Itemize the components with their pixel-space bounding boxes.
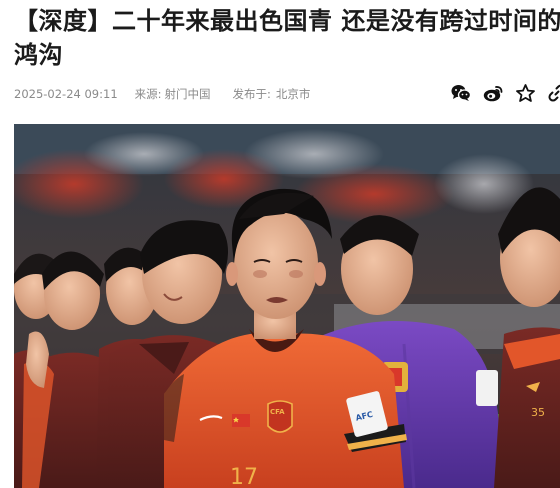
article-meta: 2025-02-24 09:11 来源: 射门中国 发布于: 北京市: [14, 85, 310, 103]
source-label: 来源:: [134, 87, 162, 101]
jersey-number-right: 35: [531, 406, 545, 419]
jersey-number-front: 17: [230, 465, 258, 488]
hero-photo: 32 35: [14, 124, 560, 488]
favorite-star-icon[interactable]: [514, 82, 536, 104]
wechat-icon[interactable]: [450, 82, 472, 104]
weibo-icon[interactable]: [482, 82, 504, 104]
crest-text: CFA: [270, 408, 285, 416]
article-title: 【深度】二十年来最出色国青 还是没有跨过时间的鸿沟: [14, 7, 560, 69]
source-name[interactable]: 射门中国: [165, 86, 211, 102]
published-label: 发布于:: [232, 87, 271, 101]
copy-link-icon[interactable]: [546, 82, 560, 104]
share-bar: [450, 82, 560, 104]
published-location: 北京市: [275, 87, 311, 101]
player-right-edge: 35: [494, 187, 560, 488]
publish-date: 2025-02-24 09:11: [14, 87, 118, 101]
